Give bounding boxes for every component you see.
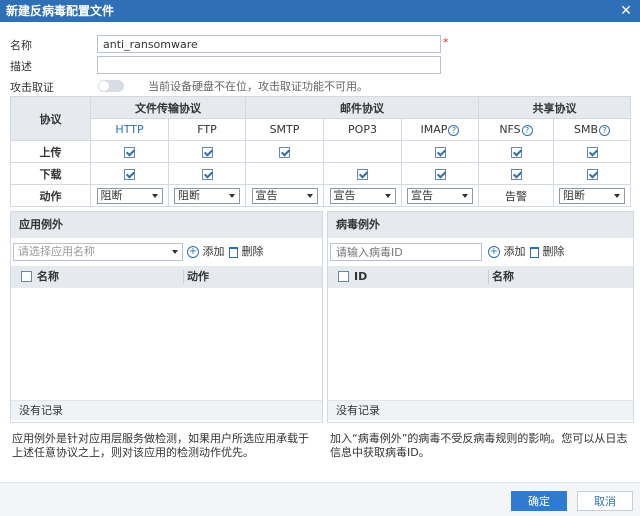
toggle-knob <box>99 81 109 91</box>
smb-action-select[interactable]: 阻断 <box>559 187 625 204</box>
close-icon[interactable]: ✕ <box>618 0 634 22</box>
group-mail: 邮件协议 <box>245 96 479 119</box>
cancel-button[interactable]: 取消 <box>577 491 633 511</box>
virus-select-all-checkbox[interactable] <box>338 271 349 282</box>
attack-forensics-hint: 当前设备硬盘不在位，攻击取证功能不可用。 <box>148 80 368 93</box>
trash-icon <box>229 246 238 258</box>
action-row-label: 动作 <box>10 184 91 207</box>
virus-grid-body <box>328 288 633 400</box>
attack-forensics-toggle[interactable] <box>98 80 124 92</box>
col-nfs: NFS? <box>478 118 554 141</box>
ftp-action-select[interactable]: 阻断 <box>174 187 240 204</box>
virus-delete-button[interactable]: 删除 <box>530 245 565 259</box>
upload-row-label: 上传 <box>10 140 91 163</box>
chevron-down-icon <box>229 193 235 198</box>
plus-icon: + <box>488 246 500 258</box>
app-empty-text: 没有记录 <box>11 400 322 420</box>
name-field[interactable] <box>97 35 441 53</box>
app-delete-button[interactable]: 删除 <box>229 245 264 259</box>
imap-download-checkbox[interactable] <box>434 168 446 180</box>
required-mark: * <box>443 36 449 49</box>
name-label: 名称 <box>10 39 32 52</box>
chevron-down-icon <box>306 193 313 198</box>
nfs-upload-checkbox[interactable] <box>510 146 522 158</box>
imap-action-select[interactable]: 宣告 <box>407 187 473 204</box>
help-icon[interactable]: ? <box>448 124 460 136</box>
smtp-action-select[interactable]: 宣告 <box>251 187 318 204</box>
download-row-label: 下载 <box>10 162 91 185</box>
dialog-title-bar: 新建反病毒配置文件 ✕ <box>0 0 640 22</box>
smb-download-checkbox[interactable] <box>586 168 598 180</box>
imap-upload-checkbox[interactable] <box>434 146 446 158</box>
smb-upload-checkbox[interactable] <box>586 146 598 158</box>
app-grid-header: 名称 动作 <box>11 266 322 288</box>
app-exception-title: 应用例外 <box>11 212 322 238</box>
virus-add-button[interactable]: + 添加 <box>488 245 526 259</box>
protocol-table: 协议 文件传输协议 邮件协议 共享协议 HTTP FTP SMTP POP3 I… <box>10 96 631 207</box>
app-name-select[interactable]: 请选择应用名称 <box>13 243 183 261</box>
col-imap: IMAP? <box>401 118 479 141</box>
description-label: 描述 <box>10 60 32 73</box>
chevron-down-icon <box>151 193 158 198</box>
chevron-down-icon <box>172 250 178 254</box>
nfs-action-text: 告警 <box>478 184 554 207</box>
group-file-transfer: 文件传输协议 <box>90 96 246 119</box>
chevron-down-icon <box>384 193 391 198</box>
app-select-all-checkbox[interactable] <box>21 271 32 282</box>
col-smb: SMB? <box>553 118 631 141</box>
virus-exception-title: 病毒例外 <box>328 212 633 238</box>
virus-col-name: 名称 <box>492 270 514 283</box>
column-divider <box>488 270 489 284</box>
virus-id-input[interactable] <box>330 243 482 261</box>
virus-exception-panel: 病毒例外 + 添加 删除 ID 名称 没有记录 <box>327 211 634 423</box>
app-grid-body <box>11 288 322 400</box>
ftp-upload-checkbox[interactable] <box>201 146 213 158</box>
attack-forensics-label: 攻击取证 <box>10 81 54 94</box>
group-sharing: 共享协议 <box>478 96 631 119</box>
app-exception-panel: 应用例外 请选择应用名称 + 添加 删除 名称 动作 没有记录 <box>10 211 323 423</box>
virus-col-id: ID <box>354 270 368 283</box>
virus-grid-header: ID 名称 <box>328 266 633 288</box>
pop3-download-checkbox[interactable] <box>357 168 368 180</box>
help-icon[interactable]: ? <box>599 124 611 136</box>
col-ftp: FTP <box>168 118 246 141</box>
plus-icon: + <box>187 246 199 258</box>
pop3-action-select[interactable]: 宣告 <box>329 187 396 204</box>
smtp-upload-checkbox[interactable] <box>279 146 290 158</box>
protocol-corner-header: 协议 <box>10 96 91 141</box>
trash-icon <box>530 246 539 258</box>
virus-empty-text: 没有记录 <box>328 400 633 420</box>
http-upload-checkbox[interactable] <box>124 146 135 158</box>
help-icon[interactable]: ? <box>521 124 533 136</box>
virus-exception-note: 加入“病毒例外”的病毒不受反病毒规则的影响。您可以从日志信息中获取病毒ID。 <box>330 432 628 459</box>
col-smtp: SMTP <box>245 118 324 141</box>
app-exception-note: 应用例外是针对应用层服务做检测，如果用户所选应用承载于上述任意协议之上，则对该应… <box>12 432 309 459</box>
nfs-download-checkbox[interactable] <box>510 168 522 180</box>
chevron-down-icon <box>614 193 620 198</box>
col-http: HTTP <box>90 118 169 141</box>
app-col-name: 名称 <box>37 270 59 283</box>
column-divider <box>183 270 184 284</box>
description-field[interactable] <box>97 56 441 74</box>
ftp-download-checkbox[interactable] <box>201 168 213 180</box>
col-pop3: POP3 <box>323 118 402 141</box>
http-download-checkbox[interactable] <box>124 168 135 180</box>
ok-button[interactable]: 确定 <box>511 491 567 511</box>
app-add-button[interactable]: + 添加 <box>187 245 225 259</box>
chevron-down-icon <box>462 193 468 198</box>
app-col-action: 动作 <box>187 270 209 283</box>
dialog-title: 新建反病毒配置文件 <box>6 4 115 18</box>
http-action-select[interactable]: 阻断 <box>96 187 163 204</box>
